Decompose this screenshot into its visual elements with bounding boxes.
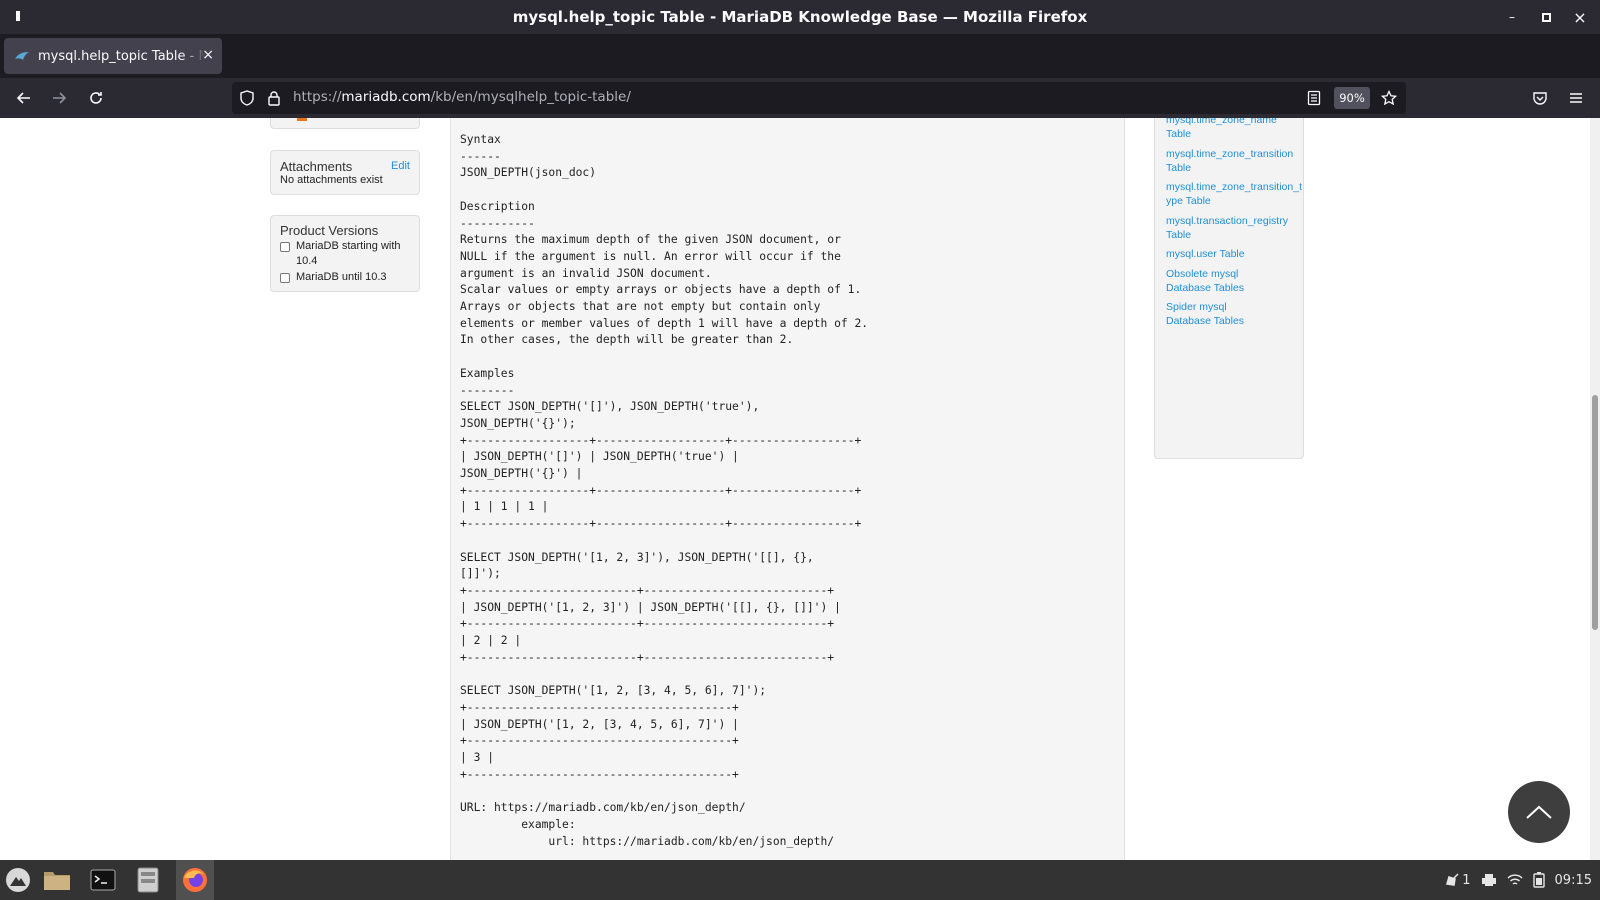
arrow-left-icon — [16, 92, 30, 104]
terminal-icon — [90, 869, 116, 891]
tab-close-button[interactable]: × — [202, 47, 214, 63]
url-text[interactable]: https://mariadb.com/kb/en/mysqlhelp_topi… — [293, 89, 631, 105]
sidebar-link-time-zone-transition[interactable]: mysql.time_zone_transition Table — [1166, 147, 1302, 175]
reader-view-icon — [1307, 90, 1321, 106]
version-filter-label: MariaDB until 10.3 — [296, 271, 387, 283]
zoom-level-button[interactable]: 90% — [1334, 87, 1370, 109]
battery-icon[interactable] — [1532, 872, 1545, 888]
sidebar-link-user[interactable]: mysql.user Table — [1166, 247, 1303, 261]
url-prefix: https:// — [293, 89, 342, 105]
reader-view-button[interactable] — [1302, 86, 1326, 110]
printer-icon[interactable] — [1481, 873, 1497, 887]
site-info-button[interactable] — [262, 86, 286, 110]
lock-icon — [268, 91, 280, 106]
distro-logo-icon — [6, 868, 30, 892]
archive-icon — [137, 867, 159, 893]
arrow-right-icon — [53, 92, 67, 104]
archive-manager-button[interactable] — [133, 866, 163, 894]
checkbox[interactable] — [280, 273, 290, 283]
file-manager-button[interactable] — [42, 866, 72, 894]
back-button[interactable] — [12, 86, 36, 110]
rss-icon — [297, 118, 307, 121]
firefox-taskbar-button[interactable] — [176, 860, 214, 900]
star-icon — [1381, 90, 1397, 106]
sidebar-link-transaction-registry[interactable]: mysql.transaction_registry Table — [1166, 214, 1304, 242]
tab-strip: mysql.help_topic Table - MariaDB Knowled… — [0, 34, 1600, 100]
sidebar-link-spider-tables[interactable]: Spider mysql Database Tables — [1166, 300, 1272, 328]
wifi-icon[interactable] — [1507, 873, 1523, 887]
start-menu-button[interactable] — [3, 866, 33, 894]
window-controls: – × — [1502, 0, 1590, 34]
sidebar-link-time-zone-name[interactable]: mysql.time_zone_name Table — [1166, 118, 1284, 141]
clock: 09:15 — [1554, 872, 1592, 888]
sidebar-link-obsolete-tables[interactable]: Obsolete mysql Database Tables — [1166, 267, 1282, 295]
pocket-icon — [1533, 92, 1547, 105]
product-versions-title: Product Versions — [280, 223, 379, 238]
maximize-icon — [1541, 12, 1551, 22]
attachments-edit-link[interactable]: Edit — [391, 160, 410, 172]
url-path: /kb/en/mysqlhelp_topic-table/ — [430, 89, 631, 105]
close-window-button[interactable]: × — [1570, 7, 1590, 27]
folder-icon — [44, 872, 70, 890]
reload-icon — [90, 92, 102, 104]
minimize-button[interactable]: – — [1502, 7, 1522, 27]
attachments-empty-text: No attachments exist — [280, 174, 383, 186]
forward-button[interactable] — [47, 86, 71, 110]
web-page: Attachments Edit No attachments exist Pr… — [0, 118, 1600, 860]
checkbox[interactable] — [280, 242, 290, 252]
related-tables-panel: mysql.time_zone_name Table mysql.time_zo… — [1154, 118, 1304, 459]
maximize-button[interactable] — [1536, 7, 1556, 27]
mariadb-seal-icon — [15, 52, 29, 60]
version-filter-option[interactable]: MariaDB starting with 10.4 — [280, 239, 410, 269]
product-versions-panel: Product Versions MariaDB starting with 1… — [270, 215, 420, 292]
window-menu-icon[interactable] — [16, 11, 20, 21]
chevron-up-icon — [1526, 805, 1552, 819]
reload-button[interactable] — [84, 86, 108, 110]
firefox-icon — [183, 868, 207, 892]
article-content: Syntax ------ JSON_DEPTH(json_doc) Descr… — [450, 118, 1125, 860]
tab-label: mysql.help_topic Table - MariaDB Knowled… — [38, 48, 206, 64]
app-menu-button[interactable] — [1564, 86, 1588, 110]
tracking-protection-button[interactable] — [235, 86, 259, 110]
window-titlebar: mysql.help_topic Table - MariaDB Knowled… — [0, 0, 1600, 34]
url-domain: mariadb.com — [341, 89, 431, 105]
pocket-button[interactable] — [1528, 86, 1552, 110]
bookmark-button[interactable] — [1377, 86, 1401, 110]
taskbar — [0, 860, 1600, 900]
system-tray: 1 09:15 — [1444, 860, 1592, 900]
scroll-to-top-button[interactable] — [1508, 781, 1570, 843]
shield-icon — [240, 90, 254, 106]
previous-panel — [270, 118, 420, 129]
sidebar-link-time-zone-transition-type[interactable]: mysql.time_zone_transition_type Table — [1166, 180, 1304, 208]
notification-bell-icon[interactable] — [1444, 872, 1460, 888]
window-title: mysql.help_topic Table - MariaDB Knowled… — [512, 8, 1088, 26]
terminal-button[interactable] — [88, 866, 118, 894]
scrollbar-thumb[interactable] — [1592, 395, 1598, 630]
notification-count: 1 — [1462, 872, 1471, 888]
attachments-panel: Attachments Edit No attachments exist — [270, 150, 420, 195]
version-filter-label: MariaDB starting with 10.4 — [296, 240, 401, 267]
tab-active[interactable]: mysql.help_topic Table - MariaDB Knowled… — [4, 38, 222, 74]
hamburger-menu-icon — [1570, 93, 1582, 103]
version-filter-option[interactable]: MariaDB until 10.3 — [280, 270, 410, 285]
code-block: Syntax ------ JSON_DEPTH(json_doc) Descr… — [460, 133, 869, 848]
